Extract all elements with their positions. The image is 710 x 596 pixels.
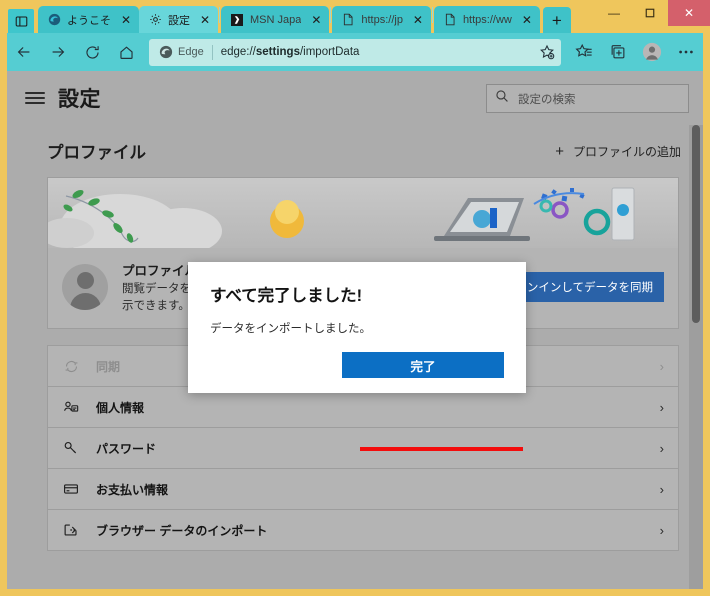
msn-icon — [230, 13, 244, 27]
list-item-passwords[interactable]: パスワード › — [48, 428, 678, 470]
search-placeholder: 設定の検索 — [518, 93, 576, 106]
minimize-button[interactable]: — — [596, 0, 632, 26]
tab-jp-page[interactable]: https://jp ✕ — [332, 6, 431, 33]
profile-banner-image — [48, 178, 678, 248]
tab-title: ようこそ — [67, 14, 111, 27]
key-icon — [62, 440, 80, 456]
address-bar[interactable]: Edge edge://settings/importData — [149, 38, 561, 66]
chevron-right-icon: › — [659, 522, 664, 538]
search-settings-input[interactable]: 設定の検索 — [486, 84, 689, 113]
tab-search-icon[interactable] — [8, 9, 34, 33]
profile-description-line2: 示できます。 — [122, 299, 190, 312]
chevron-right-icon: › — [659, 481, 664, 497]
list-item-label: ブラウザー データのインポート — [96, 523, 268, 538]
list-item-personal-info[interactable]: 個人情報 › — [48, 387, 678, 429]
profile-avatar-icon — [62, 264, 108, 311]
search-icon — [495, 89, 509, 108]
omnibox-divider — [211, 44, 213, 60]
list-item-label: お支払い情報 — [96, 482, 169, 497]
profile-description-line1: 閲覧データを — [122, 283, 191, 295]
devices-illustration — [434, 187, 635, 241]
scrollbar-thumb[interactable] — [692, 125, 700, 323]
tab-title: MSN Japa — [250, 13, 302, 26]
chevron-right-icon: › — [659, 399, 664, 415]
gear-icon — [148, 13, 162, 27]
close-icon[interactable]: ✕ — [119, 13, 133, 27]
tab-divider — [330, 6, 332, 23]
collections-icon[interactable] — [601, 35, 635, 69]
dialog-title: すべて完了しました! — [210, 287, 363, 305]
import-icon — [62, 522, 80, 538]
window-controls: — ✕ — [596, 0, 710, 26]
close-icon[interactable]: ✕ — [198, 13, 212, 27]
back-arrow-icon[interactable] — [7, 35, 41, 69]
chevron-right-icon: › — [659, 440, 664, 456]
add-profile-button[interactable]: + プロファイルの追加 — [555, 143, 681, 160]
page-icon — [443, 13, 457, 27]
section-title: プロファイル — [47, 144, 146, 162]
profile-avatar-icon[interactable] — [635, 35, 669, 69]
chevron-right-icon: › — [659, 358, 664, 374]
tab-title: 設定 — [168, 14, 190, 27]
close-icon[interactable]: ✕ — [309, 13, 323, 27]
page-icon — [341, 13, 355, 27]
reload-icon[interactable] — [75, 35, 109, 69]
tab-www-page[interactable]: https://ww ✕ — [433, 6, 540, 33]
hamburger-menu-icon[interactable] — [25, 92, 45, 104]
list-item-import-browser-data[interactable]: ブラウザー データのインポート › — [48, 510, 678, 552]
favorites-hub-icon[interactable] — [567, 35, 601, 69]
tab-divider — [431, 6, 433, 23]
tab-youkoso[interactable]: ようこそ ✕ — [38, 6, 139, 33]
edge-logo-icon — [47, 13, 61, 27]
more-settings-icon[interactable] — [669, 35, 703, 69]
close-window-button[interactable]: ✕ — [668, 0, 710, 26]
add-favorite-icon[interactable] — [539, 44, 555, 60]
person-card-icon — [62, 399, 80, 415]
list-item-label: 個人情報 — [96, 400, 145, 415]
page-scrollbar[interactable] — [689, 125, 703, 589]
import-complete-dialog: すべて完了しました! データをインポートしました。 完了 — [188, 262, 526, 393]
url-prefix: edge:// — [220, 46, 256, 58]
close-icon[interactable]: ✕ — [411, 13, 425, 27]
home-icon[interactable] — [109, 35, 143, 69]
sync-icon — [62, 359, 80, 374]
plus-icon: + — [555, 142, 564, 160]
tab-msn-japan[interactable]: MSN Japa ✕ — [221, 6, 330, 33]
close-icon[interactable]: ✕ — [520, 13, 534, 27]
maximize-button[interactable] — [632, 0, 668, 26]
address-bar-url: edge://settings/importData — [221, 46, 539, 58]
forward-arrow-icon[interactable] — [41, 35, 75, 69]
card-icon — [62, 481, 80, 497]
add-profile-label: プロファイルの追加 — [572, 144, 681, 159]
vine-decoration — [63, 190, 139, 243]
page-title: 設定 — [58, 88, 101, 111]
tab-settings[interactable]: 設定 ✕ — [139, 6, 218, 33]
new-tab-button[interactable]: + — [542, 7, 571, 33]
tab-divider — [219, 6, 220, 23]
browser-window: ようこそ ✕ 設定 ✕ MSN Japa ✕ https://jp ✕ http… — [0, 0, 710, 596]
edge-label: Edge — [178, 46, 204, 58]
settings-header: 設定 設定の検索 — [7, 71, 703, 125]
url-bold-part: settings — [255, 46, 300, 58]
profiles-section-header: プロファイル + プロファイルの追加 — [7, 125, 703, 177]
url-suffix: /importData — [299, 46, 360, 58]
dialog-body-text: データをインポートしました。 — [210, 323, 371, 335]
page-viewport: 設定 設定の検索 プロファイル + プロファイルの追加 プロファイル 1 閲覧デ… — [7, 71, 703, 589]
dialog-done-button[interactable]: 完了 — [342, 352, 504, 378]
edge-identity-badge: Edge — [159, 45, 204, 59]
tab-title: https://jp — [361, 13, 403, 26]
browser-toolbar: Edge edge://settings/importData — [7, 33, 703, 71]
dialog-actions: 完了 — [210, 352, 504, 378]
tab-strip: ようこそ ✕ 設定 ✕ MSN Japa ✕ https://jp ✕ http… — [0, 0, 710, 33]
list-item-label: パスワード — [96, 441, 157, 456]
list-item-payment-info[interactable]: お支払い情報 › — [48, 469, 678, 511]
tab-title: https://ww — [462, 13, 512, 26]
